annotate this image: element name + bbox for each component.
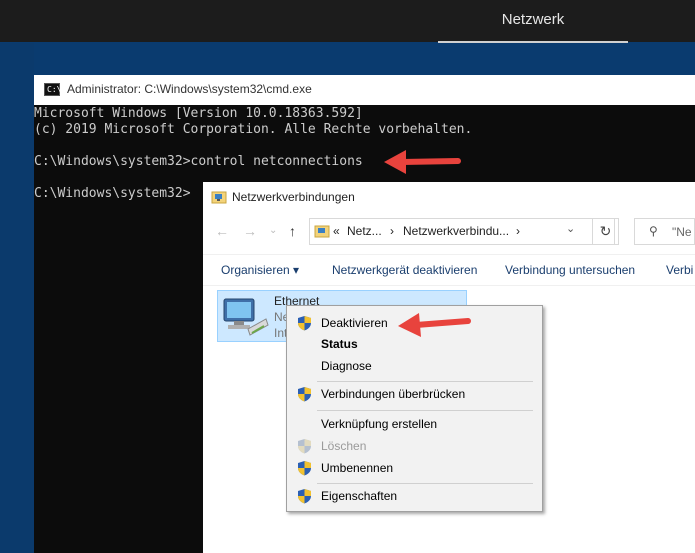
uac-shield-icon [298,316,311,331]
breadcrumb-overflow[interactable]: « [333,224,340,238]
organize-button[interactable]: Organisieren ▾ [221,263,299,277]
menu-item-create-shortcut[interactable]: Verknüpfung erstellen [321,417,437,431]
more-toolbar-button[interactable]: Verbi [666,263,693,277]
refresh-icon[interactable]: ↻ [592,218,619,245]
cmd-titlebar[interactable]: C:\ Administrator: C:\Windows\system32\c… [34,75,695,105]
search-placeholder: "Ne [672,225,692,239]
recent-chevron-icon[interactable]: ⌄ [269,225,277,236]
search-box[interactable]: ⚲ "Ne [634,218,695,245]
breadcrumb-item[interactable]: Netz... [347,224,382,238]
address-dropdown-icon[interactable]: ⌄ [566,222,575,235]
back-arrow-icon[interactable]: ← [215,223,229,239]
disable-device-button[interactable]: Netzwerkgerät deaktivieren [332,263,477,277]
uac-shield-icon [298,439,311,454]
diagnose-connection-button[interactable]: Verbindung untersuchen [505,263,635,277]
tab-netzwerk[interactable]: Netzwerk [438,0,628,42]
menu-separator [317,483,533,484]
address-bar[interactable]: « Netz... › Netzwerkverbindu... › ⌄ [309,218,615,245]
navigation-bar: ← → ⌄ ↑ « Netz... › Netzwerkverbindu... … [203,212,695,252]
tab-active-indicator [438,41,628,43]
search-icon: ⚲ [649,224,658,238]
menu-item-properties[interactable]: Eigenschaften [321,489,397,503]
console-line: C:\Windows\system32>control netconnectio… [34,154,363,169]
breadcrumb-separator[interactable]: › [390,224,394,238]
breadcrumb-item[interactable]: Netzwerkverbindu... [403,224,509,238]
breadcrumb-separator[interactable]: › [516,224,520,238]
menu-item-delete: Löschen [321,439,367,453]
console-prompt: C:\Windows\system32> [34,186,191,201]
menu-item-rename[interactable]: Umbenennen [321,461,393,475]
desktop-background [0,43,34,553]
menu-separator [317,381,533,382]
menu-separator [317,410,533,411]
uac-shield-icon [298,387,311,402]
uac-shield-icon [298,461,311,476]
cmd-icon: C:\ [44,83,61,96]
menu-item-deaktivieren[interactable]: Deaktivieren [321,316,388,330]
explorer-titlebar[interactable]: Netzwerkverbindungen [203,182,695,212]
menu-item-bridge-connections[interactable]: Verbindungen überbrücken [321,387,465,401]
network-adapter-icon [223,298,269,336]
top-bar: Netzwerk [0,0,695,43]
menu-item-diagnose[interactable]: Diagnose [321,359,372,373]
red-arrow-icon [398,313,471,337]
uac-shield-icon [298,489,311,504]
command-bar: Organisieren ▾ Netzwerkgerät deaktiviere… [203,254,695,286]
red-arrow-icon [384,150,461,174]
up-arrow-icon[interactable]: ↑ [289,223,296,239]
forward-arrow-icon[interactable]: → [243,223,257,239]
console-line: Microsoft Windows [Version 10.0.18363.59… [34,106,363,121]
window-title: Netzwerkverbindungen [232,190,355,204]
cmd-title: Administrator: C:\Windows\system32\cmd.e… [67,82,312,96]
network-folder-icon [211,191,227,204]
menu-item-status[interactable]: Status [321,337,358,351]
network-folder-icon [314,225,330,238]
console-line: (c) 2019 Microsoft Corporation. Alle Rec… [34,122,473,137]
